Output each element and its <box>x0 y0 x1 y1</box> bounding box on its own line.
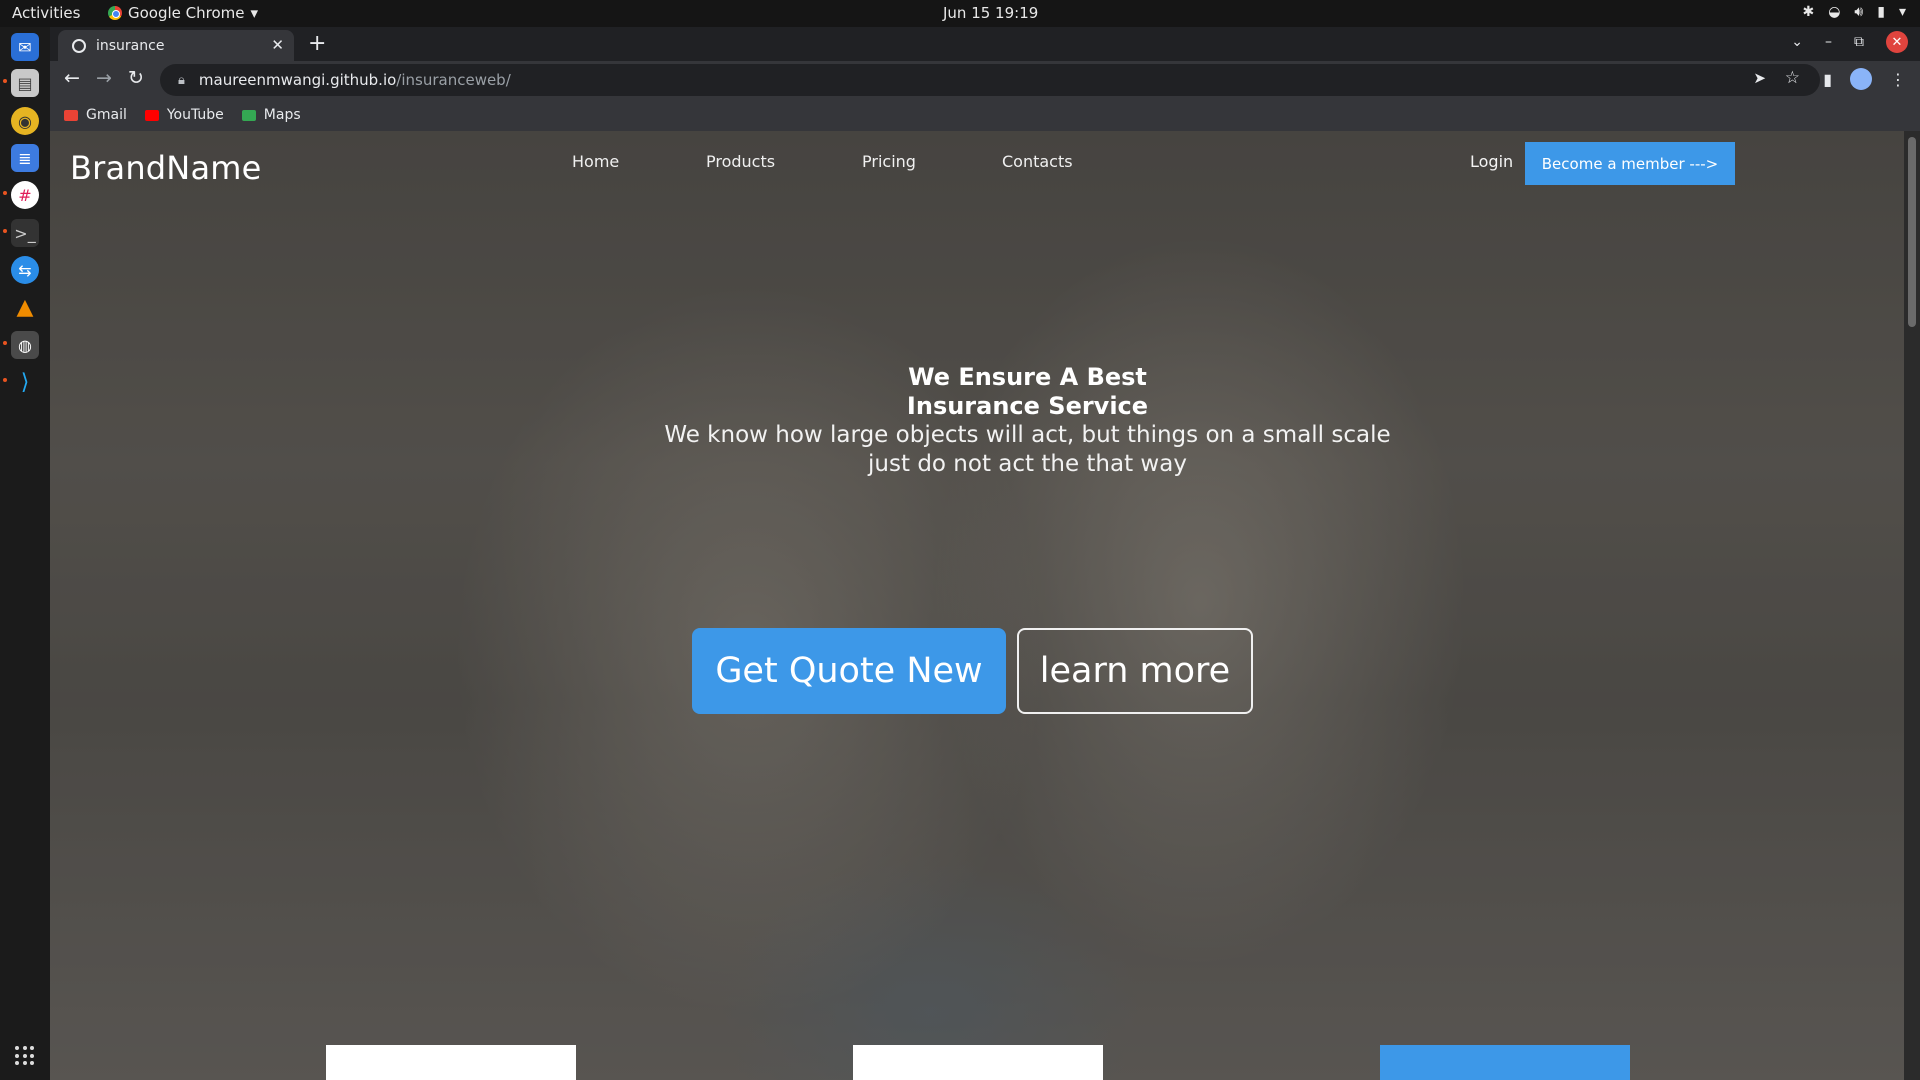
vlc-icon[interactable]: ▲ <box>11 293 39 321</box>
learn-more-button[interactable]: learn more <box>1017 628 1253 714</box>
menu-kebab-icon[interactable]: ⋮ <box>1890 70 1906 89</box>
minimize-button[interactable]: – <box>1825 34 1832 50</box>
slack-icon[interactable]: # <box>11 181 39 209</box>
bookmark-maps[interactable]: Maps <box>241 107 301 123</box>
dock: ✉ ▤ ◉ ≣ # >_ ⇆ ▲ ◍ ⟩ <box>0 27 50 1080</box>
thunderbird-icon[interactable]: ✉ <box>11 33 39 61</box>
nav-contacts[interactable]: Contacts <box>1002 152 1073 171</box>
clock[interactable]: Jun 15 19:19 <box>943 4 1038 22</box>
restore-button[interactable]: ⧉ <box>1854 34 1864 50</box>
forward-button[interactable]: → <box>96 67 112 89</box>
battery-icon: ▮ <box>1877 4 1885 20</box>
app-menu-label: Google Chrome <box>128 4 245 22</box>
running-indicator <box>3 341 7 345</box>
new-tab-button[interactable]: + <box>308 31 326 56</box>
close-tab-icon[interactable]: ✕ <box>271 36 284 54</box>
hero-title-line-1: We Ensure A Best <box>908 363 1147 391</box>
web-page: BrandName Home Products Pricing Contacts… <box>50 131 1904 1080</box>
browser-tab-strip: insurance ✕ + ⌄ – ⧉ ✕ <box>50 27 1920 61</box>
running-indicator <box>3 378 7 382</box>
become-member-button[interactable]: Become a member ---> <box>1525 142 1735 185</box>
main-nav: Home Products Pricing Contacts <box>572 152 1073 171</box>
maps-icon <box>241 109 256 121</box>
nav-products[interactable]: Products <box>706 152 862 171</box>
brand-logo[interactable]: BrandName <box>70 149 262 187</box>
vscode-icon[interactable]: ⟩ <box>11 368 39 396</box>
running-indicator <box>3 79 7 83</box>
teamviewer-icon[interactable]: ⇆ <box>11 256 39 284</box>
running-indicator <box>3 191 7 195</box>
app-menu[interactable]: Google Chrome ▾ <box>108 4 258 22</box>
system-tray[interactable]: ✱ ◒ 🔊︎ ▮ ▾ <box>1802 4 1906 20</box>
system-top-bar: Activities Google Chrome ▾ Jun 15 19:19 … <box>0 0 1920 27</box>
window-controls: ⌄ – ⧉ ✕ <box>1791 31 1908 53</box>
bookmark-gmail[interactable]: Gmail <box>64 107 127 123</box>
back-button[interactable]: ← <box>64 67 80 89</box>
caret-down-icon: ▾ <box>1898 4 1906 20</box>
close-window-button[interactable]: ✕ <box>1886 31 1908 53</box>
scrollbar-thumb[interactable] <box>1908 137 1916 327</box>
url-host: maureenmwangi.github.io <box>198 71 397 89</box>
caret-down-icon: ▾ <box>250 4 259 22</box>
feature-card <box>853 1045 1103 1080</box>
running-indicator <box>3 229 7 233</box>
bookmark-label: Gmail <box>86 107 127 123</box>
nav-home[interactable]: Home <box>572 152 706 171</box>
activities-button[interactable]: Activities <box>12 4 80 22</box>
hero-title: We Ensure A Best Insurance Service <box>700 363 1355 421</box>
address-bar[interactable]: 🔒︎ maureenmwangi.github.io/insuranceweb/… <box>160 64 1820 96</box>
hero-subtitle: We know how large objects will act, but … <box>664 422 1391 477</box>
globe-icon <box>72 38 86 53</box>
side-panel-icon[interactable]: ▮ <box>1823 70 1832 89</box>
tab-search-icon[interactable]: ⌄ <box>1791 34 1803 50</box>
profile-avatar[interactable] <box>1850 68 1872 90</box>
chrome-icon <box>108 6 122 20</box>
feature-card <box>326 1045 576 1080</box>
volume-icon: 🔊︎ <box>1854 4 1864 20</box>
chrome-dock-icon[interactable]: ◍ <box>11 331 39 359</box>
send-tab-icon[interactable]: ➤ <box>1753 69 1766 87</box>
feature-card <box>1380 1045 1630 1080</box>
bookmark-label: Maps <box>263 107 301 123</box>
hero-title-line-2: Insurance Service <box>906 392 1149 420</box>
tab-title: insurance <box>96 37 165 54</box>
browser-toolbar: ← → ↻ 🔒︎ maureenmwangi.github.io/insuran… <box>50 61 1920 99</box>
bookmark-star-icon[interactable]: ☆ <box>1785 68 1800 88</box>
get-quote-button[interactable]: Get Quote New <box>692 628 1006 714</box>
files-icon[interactable]: ▤ <box>11 69 39 97</box>
gmail-icon <box>64 109 78 121</box>
toolbar-right-icons: ▮ ⋮ <box>1823 68 1906 90</box>
wifi-icon: ◒ <box>1828 4 1841 20</box>
url-path: /insuranceweb/ <box>396 71 511 89</box>
reload-button[interactable]: ↻ <box>128 67 144 89</box>
document-editor-icon[interactable]: ≣ <box>11 144 39 172</box>
terminal-icon[interactable]: >_ <box>11 219 39 247</box>
browser-tab[interactable]: insurance ✕ <box>58 30 294 61</box>
login-link[interactable]: Login <box>1470 152 1513 171</box>
slack-tray-icon[interactable]: ✱ <box>1802 4 1814 20</box>
youtube-icon <box>144 109 159 121</box>
nav-pricing[interactable]: Pricing <box>862 152 1002 171</box>
page-scrollbar[interactable] <box>1904 131 1920 1080</box>
bookmarks-bar: Gmail YouTube Maps <box>50 99 1920 131</box>
show-apps-icon[interactable] <box>15 1046 35 1066</box>
bookmark-label: YouTube <box>166 107 224 123</box>
lock-icon[interactable]: 🔒︎ <box>178 73 185 88</box>
bookmark-youtube[interactable]: YouTube <box>144 107 224 123</box>
rhythmbox-icon[interactable]: ◉ <box>11 107 39 135</box>
